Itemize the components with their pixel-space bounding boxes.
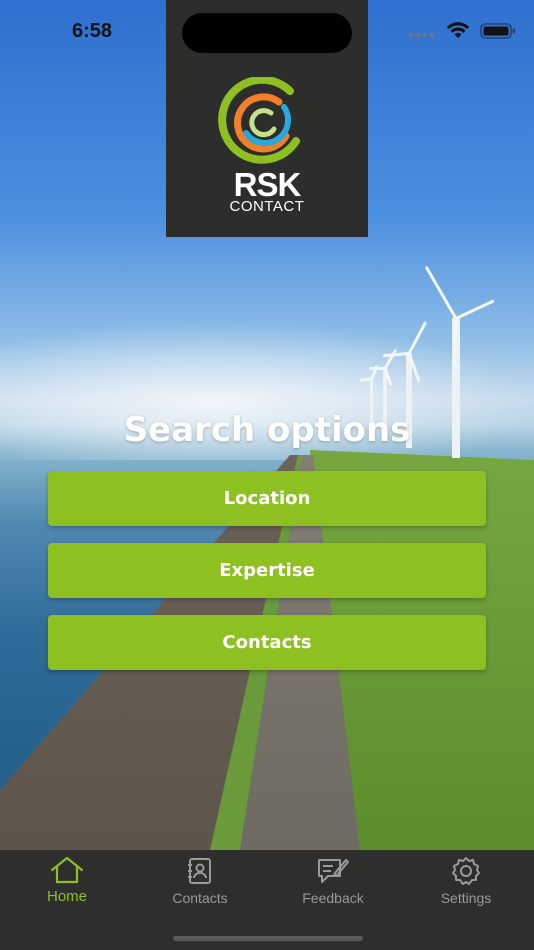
status-icons <box>408 22 516 44</box>
contacts-book-icon <box>188 858 211 884</box>
tab-contacts[interactable]: Contacts <box>140 856 260 916</box>
tab-home-label: Home <box>46 888 87 905</box>
tab-settings[interactable]: Settings <box>406 856 526 916</box>
logo-rings-icon <box>218 77 300 164</box>
expertise-button[interactable]: Expertise <box>48 543 486 598</box>
home-icon <box>50 856 84 884</box>
wifi-icon <box>446 22 470 44</box>
cellular-signal-icon <box>408 24 436 43</box>
tab-contacts-label: Contacts <box>172 890 228 906</box>
tab-bar: Home Contacts Feedback Settings <box>0 850 534 950</box>
feedback-icon <box>318 859 349 883</box>
tab-feedback-label: Feedback <box>302 890 364 906</box>
app-screen: 6:58 RSK CONTACT Search options Location… <box>0 0 534 950</box>
battery-icon <box>480 22 516 44</box>
tab-settings-label: Settings <box>440 890 492 906</box>
location-button[interactable]: Location <box>48 471 486 526</box>
search-options-title: Search options <box>123 410 411 450</box>
status-time: 6:58 <box>72 20 113 42</box>
home-indicator[interactable] <box>173 936 363 941</box>
gear-icon <box>452 857 480 885</box>
tab-feedback[interactable]: Feedback <box>273 856 393 916</box>
camera-notch <box>182 13 352 53</box>
contacts-button[interactable]: Contacts <box>48 615 486 670</box>
tab-home[interactable]: Home <box>7 856 127 916</box>
logo-word-contact: CONTACT <box>229 198 305 215</box>
